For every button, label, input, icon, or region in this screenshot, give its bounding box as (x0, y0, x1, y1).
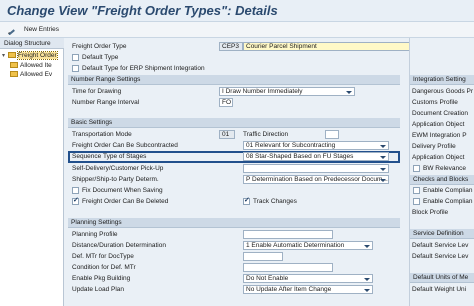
tree-item-label: Freight Order (17, 51, 58, 60)
track-changes-label: Track Changes (253, 198, 297, 205)
track-changes-checkbox[interactable] (243, 196, 250, 205)
freight-order-type-code: CEP3 (219, 42, 243, 51)
default-type-checkbox[interactable] (72, 54, 79, 61)
update-load-plan-dropdown[interactable]: No Update After Item Change (243, 285, 373, 294)
bw-relevance-label: BW Relevance (423, 165, 466, 172)
enable-compliance-label: Enable Complian (423, 187, 473, 194)
default-erp-checkbox[interactable] (72, 65, 79, 72)
planning-profile-field[interactable] (243, 230, 333, 239)
time-for-drawing-dropdown[interactable]: I Draw Number Immediately (219, 87, 355, 96)
integration-item: Customs Profile (412, 99, 458, 106)
enable-pkg-building-label: Enable Pkg Building (72, 275, 131, 282)
integration-settings-header: Integration Setting (410, 75, 474, 85)
enable-pkg-building-dropdown[interactable]: Do Not Enable (243, 274, 373, 283)
block-profile-label: Block Profile (412, 209, 449, 216)
enable-compliance-checkbox[interactable] (413, 198, 420, 205)
detail-area: Freight Order Type CEP3 Courier Parcel S… (65, 38, 409, 306)
number-range-interval-label: Number Range Interval (72, 99, 140, 106)
bw-relevance-checkbox[interactable] (413, 165, 420, 172)
default-type-label: Default Type (82, 54, 119, 61)
right-settings-panel: Integration Setting Dangerous Goods Pr C… (409, 38, 474, 306)
sequence-type-label: Sequence Type of Stages (72, 153, 147, 160)
application-toolbar: New Entries (0, 22, 474, 38)
tree-item-label: Allowed Ite (20, 62, 52, 69)
traffic-direction-label: Traffic Direction (243, 131, 289, 138)
default-service-level-label: Default Service Lev (412, 242, 469, 249)
integration-item: Document Creation (412, 110, 468, 117)
folder-icon (10, 71, 18, 77)
fix-document-checkbox[interactable] (72, 187, 79, 194)
default-service-level-label: Default Service Lev (412, 253, 469, 260)
basic-settings-group-header: Basic Settings (68, 118, 400, 128)
title-bar: Change View "Freight Order Types": Detai… (0, 0, 474, 22)
traffic-direction-field[interactable] (325, 130, 339, 139)
dialog-structure-panel: Dialog Structure ▾ Freight Order Allowed … (0, 38, 64, 306)
number-range-group-header: Number Range Settings (68, 75, 400, 85)
enable-compliance-label: Enable Complian (423, 198, 473, 205)
transportation-mode-label: Transportation Mode (72, 131, 132, 138)
tree-item-label: Allowed Ev (20, 71, 53, 78)
integration-item: Dangerous Goods Pr (412, 88, 474, 95)
enable-compliance-checkbox[interactable] (413, 187, 420, 194)
tree-item-allowed-items[interactable]: Allowed Ite (10, 62, 52, 71)
tree-item-allowed-events[interactable]: Allowed Ev (10, 71, 52, 80)
self-delivery-dropdown[interactable] (243, 164, 389, 173)
checks-blocks-header: Checks and Blocks (410, 175, 474, 185)
tree-item-freight-order[interactable]: ▾ Freight Order (2, 51, 58, 61)
folder-icon (10, 62, 18, 68)
dialog-structure-header: Dialog Structure (0, 38, 64, 49)
time-for-drawing-label: Time for Drawing (72, 88, 122, 95)
integration-item: EWM Integration P (412, 132, 467, 139)
self-delivery-label: Self-Delivery/Customer Pick-Up (72, 165, 164, 172)
fix-document-label: Fix Document When Saving (82, 187, 163, 194)
default-units-header: Default Units of Me (410, 273, 474, 283)
integration-item: Application Object (412, 154, 465, 161)
integration-item: Application Object (412, 121, 465, 128)
planning-profile-label: Planning Profile (72, 231, 118, 238)
folder-open-icon (8, 52, 16, 58)
page-title: Change View "Freight Order Types": Detai… (7, 3, 278, 18)
sequence-type-dropdown[interactable]: 08 Star-Shaped Based on FU Stages (243, 152, 389, 161)
default-erp-label: Default Type for ERP Shipment Integratio… (82, 65, 205, 72)
service-definition-header: Service Definition (410, 229, 474, 239)
distance-determination-label: Distance/Duration Determination (72, 242, 166, 249)
subcontracted-dropdown[interactable]: 01 Relevant for Subcontracting (243, 141, 389, 150)
shipper-determination-label: Shipper/Ship-to Party Determ. (72, 176, 159, 183)
planning-group-header: Planning Settings (68, 218, 400, 228)
default-weight-unit-label: Default Weight Uni (412, 286, 467, 293)
transportation-mode-field[interactable]: 01 (219, 130, 235, 139)
new-entries-button[interactable]: New Entries (24, 26, 59, 33)
update-load-plan-label: Update Load Plan (72, 286, 125, 293)
can-be-deleted-checkbox[interactable] (72, 196, 79, 205)
condition-def-mtr-field[interactable] (243, 263, 333, 272)
condition-def-mtr-label: Condition for Def. MTr (72, 264, 136, 271)
number-range-interval-field[interactable]: FO (219, 98, 233, 107)
integration-item: Delivery Profile (412, 143, 456, 150)
shipper-determination-dropdown[interactable]: P Determination Based on Predecessor Doc… (243, 175, 389, 184)
distance-determination-dropdown[interactable]: 1 Enable Automatic Determination (243, 241, 373, 250)
freight-order-type-description[interactable]: Courier Parcel Shipment (243, 42, 409, 51)
def-mtr-doctype-field[interactable] (243, 252, 283, 261)
def-mtr-doctype-label: Def. MTr for DocType (72, 253, 134, 260)
edit-pencil-icon[interactable] (7, 25, 17, 35)
freight-order-type-label: Freight Order Type (72, 43, 127, 50)
can-be-deleted-label: Freight Order Can Be Deleted (82, 198, 169, 205)
subcontracted-label: Freight Order Can Be Subcontracted (72, 142, 178, 149)
